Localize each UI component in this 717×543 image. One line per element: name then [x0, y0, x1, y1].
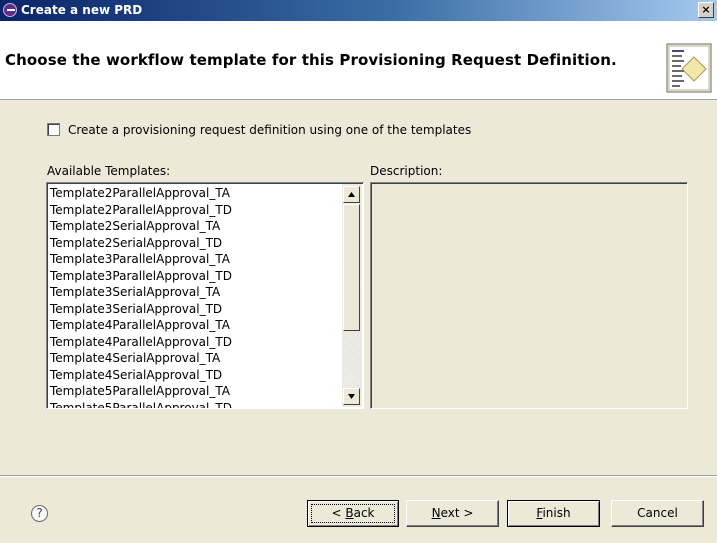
available-templates-list[interactable]: Template2ParallelApproval_TA Template2Par… — [46, 182, 364, 409]
list-item[interactable]: Template2ParallelApproval_TD — [50, 202, 232, 219]
finish-button[interactable]: Finish — [507, 500, 600, 527]
description-box — [370, 182, 688, 409]
button-bar-separator — [0, 475, 717, 477]
list-item[interactable]: Template5ParallelApproval_TD — [50, 400, 232, 409]
list-item[interactable]: Template4SerialApproval_TD — [50, 367, 232, 384]
workflow-template-icon — [666, 43, 712, 93]
next-button[interactable]: Next > — [406, 500, 499, 527]
list-item[interactable]: Template2ParallelApproval_TA — [50, 185, 232, 202]
list-item[interactable]: Template2SerialApproval_TA — [50, 218, 232, 235]
wizard-header: Choose the workflow template for this Pr… — [0, 21, 717, 100]
use-template-checkbox-label[interactable]: Create a provisioning request definition… — [68, 123, 471, 137]
cancel-button[interactable]: Cancel — [611, 500, 704, 527]
templates-scrollbar[interactable] — [342, 184, 362, 407]
scroll-down-button[interactable] — [343, 388, 360, 405]
list-item[interactable]: Template4ParallelApproval_TD — [50, 334, 232, 351]
scroll-up-button[interactable] — [343, 186, 360, 203]
description-label: Description: — [370, 164, 443, 178]
list-item[interactable]: Template5ParallelApproval_TA — [50, 383, 232, 400]
window-title: Create a new PRD — [21, 3, 143, 17]
back-button[interactable]: < Back — [307, 500, 399, 527]
list-item[interactable]: Template4SerialApproval_TA — [50, 350, 232, 367]
list-item[interactable]: Template3ParallelApproval_TD — [50, 268, 232, 285]
available-templates-label: Available Templates: — [47, 164, 171, 178]
list-item[interactable]: Template3SerialApproval_TD — [50, 301, 232, 318]
list-item[interactable]: Template3SerialApproval_TA — [50, 284, 232, 301]
app-icon — [3, 3, 17, 17]
focus-rect — [311, 504, 395, 523]
page-heading: Choose the workflow template for this Pr… — [5, 51, 617, 69]
use-template-checkbox[interactable] — [47, 123, 60, 136]
list-item[interactable]: Template3ParallelApproval_TA — [50, 251, 232, 268]
arrow-down-icon — [348, 394, 355, 399]
scroll-thumb[interactable] — [343, 204, 360, 331]
close-button[interactable]: × — [698, 2, 714, 18]
help-icon[interactable]: ? — [31, 505, 48, 522]
list-item[interactable]: Template2SerialApproval_TD — [50, 235, 232, 252]
title-bar: Create a new PRD × — [0, 0, 717, 21]
arrow-up-icon — [348, 192, 355, 197]
list-item[interactable]: Template4ParallelApproval_TA — [50, 317, 232, 334]
